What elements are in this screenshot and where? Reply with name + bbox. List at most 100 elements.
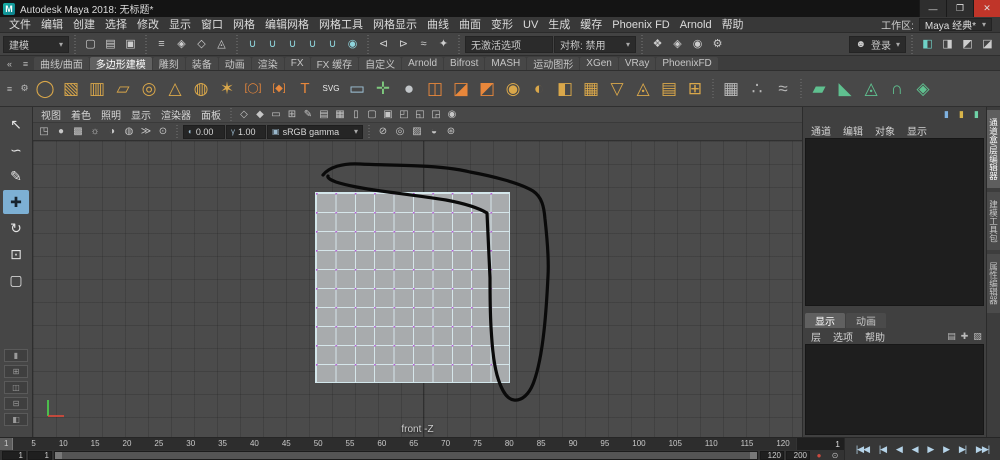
layer-editor-tab[interactable]: 动画 bbox=[846, 313, 886, 328]
shelf-tab[interactable]: 运动图形 bbox=[527, 57, 579, 70]
grid-toggle-icon[interactable]: ▦ bbox=[332, 108, 348, 122]
fill-hole-icon[interactable]: ⊞ bbox=[682, 73, 708, 105]
nonlinear-deformer-icon[interactable]: ≈ bbox=[770, 73, 796, 105]
menu-item[interactable]: 曲面 bbox=[454, 17, 486, 33]
layout-persp-outliner-icon[interactable]: ◫ bbox=[4, 381, 28, 394]
lighting-toggle-icon[interactable]: ☼ bbox=[87, 125, 103, 139]
animation-start-field[interactable]: 1 bbox=[2, 451, 26, 460]
new-layer-from-selected-icon[interactable]: ▧ bbox=[971, 330, 984, 343]
menu-item[interactable]: Arnold bbox=[675, 17, 717, 33]
paint-select-tool[interactable]: ✎ bbox=[3, 164, 29, 188]
shelf-tab[interactable]: 多边形建模 bbox=[90, 57, 152, 70]
animation-preferences-icon[interactable]: ⊙ bbox=[828, 450, 842, 460]
camera-select-icon[interactable]: ◇ bbox=[236, 108, 252, 122]
layer-list[interactable] bbox=[805, 344, 984, 435]
panel-menu-item[interactable]: 视图 bbox=[36, 107, 66, 122]
wireframe-mode-icon[interactable]: ◳ bbox=[36, 125, 52, 139]
poly-disc-icon[interactable]: ◍ bbox=[188, 73, 214, 105]
shelf-scroll-icon[interactable]: « bbox=[2, 57, 17, 70]
sidebar-tab[interactable]: 通道盒/层编辑器 bbox=[987, 110, 1000, 188]
motion-blur-toggle-icon[interactable]: ≫ bbox=[138, 125, 154, 139]
go-to-start-button[interactable]: |◀◀ bbox=[855, 442, 870, 457]
field-chart-icon[interactable]: ◰ bbox=[396, 108, 412, 122]
menu-item[interactable]: 编辑 bbox=[36, 17, 68, 33]
menu-item[interactable]: UV bbox=[518, 17, 543, 33]
select-tool[interactable]: ↖ bbox=[3, 112, 29, 136]
safe-title-icon[interactable]: ◲ bbox=[428, 108, 444, 122]
toolbar-separator[interactable] bbox=[228, 107, 234, 123]
input-connections-icon[interactable]: ⊲ bbox=[374, 35, 393, 54]
step-back-frame-button[interactable]: |◀ bbox=[878, 442, 887, 457]
menu-item[interactable]: 帮助 bbox=[717, 17, 749, 33]
connect-tool-icon[interactable]: ∩ bbox=[884, 73, 910, 105]
ipr-render-icon[interactable]: ◉ bbox=[688, 35, 707, 54]
go-to-end-button[interactable]: ▶▶| bbox=[975, 442, 990, 457]
render-current-frame-icon[interactable]: ◈ bbox=[668, 35, 687, 54]
duplicate-array-icon[interactable]: ▦ bbox=[578, 73, 604, 105]
no-active-option-field[interactable]: 无激活选项 bbox=[465, 36, 553, 53]
toggle-channel-box-icon[interactable]: ◪ bbox=[978, 35, 997, 54]
poly-platonic-icon[interactable]: ✶ bbox=[214, 73, 240, 105]
resolution-gate-icon[interactable]: ▢ bbox=[364, 108, 380, 122]
sidebar-tab[interactable]: 建模工具包 bbox=[987, 192, 1000, 251]
menu-set-selector[interactable]: 建模 ▾ bbox=[3, 36, 69, 53]
toggle-attribute-editor-icon[interactable]: ◨ bbox=[938, 35, 957, 54]
layout-single-pane-icon[interactable]: ▮ bbox=[4, 349, 28, 362]
toolbar-separator[interactable] bbox=[72, 35, 78, 54]
antialias-toggle-icon[interactable]: ⊙ bbox=[155, 125, 171, 139]
sign-in-button[interactable]: ☻ 登录 ▾ bbox=[849, 36, 906, 53]
safe-action-icon[interactable]: ◱ bbox=[412, 108, 428, 122]
current-time-field[interactable]: 1 bbox=[796, 438, 844, 450]
menu-item[interactable]: 变形 bbox=[486, 17, 518, 33]
triangulate-icon[interactable]: ◬ bbox=[630, 73, 656, 105]
sidebar-channel-box-icon[interactable]: ▮ bbox=[970, 108, 983, 121]
menu-item[interactable]: 生成 bbox=[543, 17, 575, 33]
poly-sphere-icon[interactable]: ◯ bbox=[32, 73, 58, 105]
freehand-cv-curve[interactable] bbox=[33, 141, 802, 437]
shelf-tab[interactable]: MASH bbox=[485, 57, 526, 70]
toggle-modeling-toolkit-icon[interactable]: ◧ bbox=[918, 35, 937, 54]
shelf-tab[interactable]: 动画 bbox=[219, 57, 251, 70]
poly-cone-icon[interactable]: △ bbox=[162, 73, 188, 105]
menu-item[interactable]: 缓存 bbox=[575, 17, 607, 33]
default-material-icon[interactable]: ◒ bbox=[426, 125, 442, 139]
type-tool-icon[interactable]: T bbox=[292, 73, 318, 105]
construction-plane-icon[interactable]: ▭ bbox=[344, 73, 370, 105]
shelf-tab[interactable]: Arnold bbox=[402, 57, 443, 70]
bookmark-icon[interactable]: ▤ bbox=[316, 108, 332, 122]
multi-cut-icon[interactable]: ◣ bbox=[832, 73, 858, 105]
range-start-handle[interactable] bbox=[55, 452, 62, 459]
new-scene-icon[interactable]: ▢ bbox=[81, 35, 100, 54]
extract-icon[interactable]: ◩ bbox=[474, 73, 500, 105]
viewport[interactable]: front -Z bbox=[33, 141, 802, 437]
snap-to-points-icon[interactable]: ∪ bbox=[283, 35, 302, 54]
reduce-icon[interactable]: ▽ bbox=[604, 73, 630, 105]
scale-tool[interactable]: ⊡ bbox=[3, 242, 29, 266]
shelf-tab[interactable]: FX 缓存 bbox=[311, 57, 359, 70]
toolbar-separator[interactable] bbox=[710, 79, 716, 98]
highlight-selection-mode-icon[interactable]: ◬ bbox=[212, 35, 231, 54]
pan-zoom-icon[interactable]: ⊞ bbox=[284, 108, 300, 122]
sidebar-tab[interactable]: 属性编辑器 bbox=[987, 254, 1000, 313]
snap-magnets-icon[interactable]: ✦ bbox=[434, 35, 453, 54]
toolbar-separator[interactable] bbox=[366, 123, 372, 141]
camera-lock-icon[interactable]: ◆ bbox=[252, 108, 268, 122]
open-render-view-icon[interactable]: ❖ bbox=[648, 35, 667, 54]
target-weld-icon[interactable]: ◬ bbox=[858, 73, 884, 105]
grease-pencil-icon[interactable]: ✎ bbox=[300, 108, 316, 122]
poly-torus-icon[interactable]: ◎ bbox=[136, 73, 162, 105]
toolbar-separator[interactable] bbox=[234, 35, 240, 54]
select-by-hierarchy-icon[interactable]: ≡ bbox=[152, 35, 171, 54]
shadows-toggle-icon[interactable]: ◑ bbox=[104, 125, 120, 139]
output-connections-icon[interactable]: ⊳ bbox=[394, 35, 413, 54]
shelf-tab[interactable]: 渲染 bbox=[252, 57, 284, 70]
layer-editor-menu-item[interactable]: 层 bbox=[805, 329, 827, 344]
animation-end-field[interactable]: 200 bbox=[786, 451, 810, 460]
auto-keyframe-icon[interactable]: ● bbox=[812, 450, 826, 460]
texture-placement-icon[interactable]: ⊛ bbox=[443, 125, 459, 139]
lasso-select-tool[interactable]: ∽ bbox=[3, 138, 29, 162]
shaded-sphere-icon[interactable]: ● bbox=[396, 73, 422, 105]
shaded-mode-icon[interactable]: ● bbox=[53, 125, 69, 139]
symmetry-selector[interactable]: 对称: 禁用 ▾ bbox=[554, 36, 636, 53]
menu-item[interactable]: 显示 bbox=[164, 17, 196, 33]
